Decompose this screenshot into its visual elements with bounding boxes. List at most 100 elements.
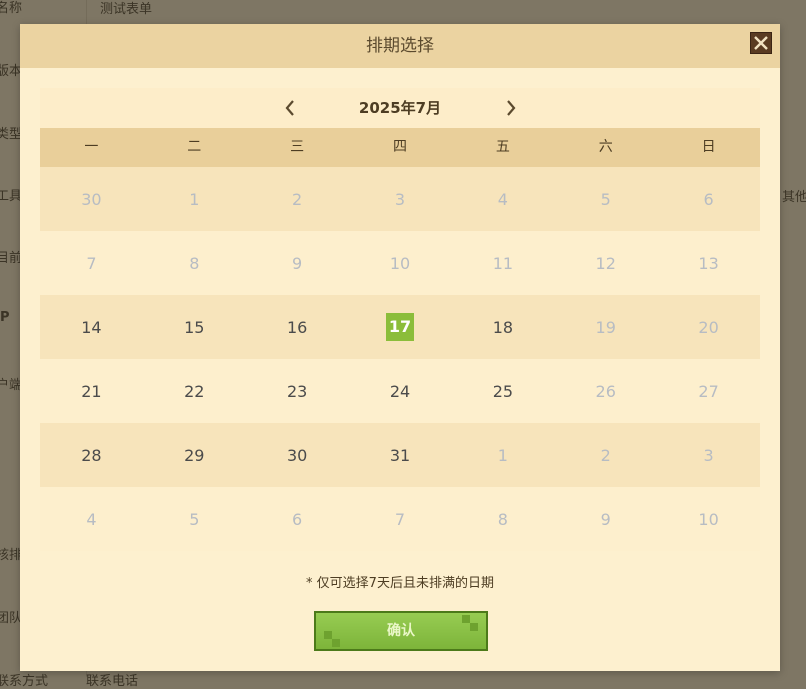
calendar-day: 20 bbox=[657, 295, 760, 359]
calendar-day[interactable]: 29 bbox=[143, 423, 246, 487]
schedule-modal: 排期选择 2025年7月 一 二 三 四 五 六 日 30 1 2 3 4 5 … bbox=[20, 24, 780, 671]
calendar-day-number: 3 bbox=[394, 189, 406, 209]
calendar-day: 9 bbox=[246, 231, 349, 295]
calendar-day: 4 bbox=[40, 487, 143, 551]
bg-label-client: 户端 bbox=[0, 378, 23, 393]
calendar-day: 1 bbox=[451, 423, 554, 487]
calendar-day: 2 bbox=[554, 423, 657, 487]
close-button[interactable] bbox=[750, 32, 772, 54]
calendar-day: 26 bbox=[554, 359, 657, 423]
calendar-day[interactable]: 18 bbox=[451, 295, 554, 359]
calendar-day-number: 4 bbox=[497, 189, 508, 209]
calendar-week-row: 7 8 9 10 11 12 13 bbox=[40, 231, 760, 295]
calendar-day[interactable]: 15 bbox=[143, 295, 246, 359]
calendar-week-row: 28 29 30 31 1 2 3 bbox=[40, 423, 760, 487]
calendar-day[interactable]: 28 bbox=[40, 423, 143, 487]
calendar-day-selected[interactable]: 17 bbox=[349, 295, 452, 359]
calendar-day: 19 bbox=[554, 295, 657, 359]
calendar-day[interactable]: 25 bbox=[451, 359, 554, 423]
calendar-day-number: 31 bbox=[389, 445, 411, 465]
calendar-day[interactable]: 14 bbox=[40, 295, 143, 359]
calendar-day-number: 26 bbox=[595, 381, 616, 401]
calendar-day-number: 14 bbox=[81, 317, 102, 337]
bg-label-team: 团队 bbox=[0, 611, 23, 626]
calendar-day-number: 9 bbox=[600, 509, 611, 529]
calendar-day: 8 bbox=[143, 231, 246, 295]
calendar-day-number: 5 bbox=[600, 189, 611, 209]
calendar-day-number: 30 bbox=[81, 189, 102, 209]
bg-label-type: 类型 bbox=[0, 127, 23, 142]
weekday-header: 一 二 三 四 五 六 日 bbox=[40, 128, 760, 167]
calendar-day[interactable]: 23 bbox=[246, 359, 349, 423]
calendar-day[interactable]: 22 bbox=[143, 359, 246, 423]
calendar-day: 6 bbox=[246, 487, 349, 551]
confirm-button[interactable]: 确认 bbox=[314, 611, 488, 651]
weekday-fri: 五 bbox=[495, 139, 510, 155]
calendar-day-number: 4 bbox=[86, 509, 97, 529]
calendar-day-number: 29 bbox=[184, 445, 205, 465]
bg-label-contact: 联系方式 bbox=[0, 674, 49, 689]
prev-month-button[interactable] bbox=[282, 98, 298, 118]
calendar-day-number: 10 bbox=[389, 253, 411, 273]
weekday-sat: 六 bbox=[598, 139, 613, 155]
calendar-day-number: 13 bbox=[698, 253, 719, 273]
bg-label-version: 版本 bbox=[0, 64, 23, 79]
calendar-day-number: 7 bbox=[394, 509, 406, 529]
calendar-week-row: 21 22 23 24 25 26 27 bbox=[40, 359, 760, 423]
calendar-day-number: 27 bbox=[698, 381, 719, 401]
weekday-tue: 二 bbox=[187, 139, 202, 155]
calendar-day-number: 6 bbox=[703, 189, 714, 209]
schedule-note: * 仅可选择7天后且未排满的日期 bbox=[306, 576, 494, 591]
calendar-day: 12 bbox=[554, 231, 657, 295]
calendar-day: 3 bbox=[349, 167, 452, 231]
bg-label-tool: 工具 bbox=[0, 189, 23, 204]
calendar-day-number: 9 bbox=[292, 253, 303, 273]
modal-header: 排期选择 bbox=[20, 24, 780, 68]
bg-value-contact: 联系电话 bbox=[86, 674, 139, 689]
calendar-day: 27 bbox=[657, 359, 760, 423]
calendar-day-number: 25 bbox=[492, 381, 514, 401]
bg-label-review: 核排 bbox=[0, 548, 23, 563]
bg-label-p: P bbox=[0, 310, 10, 325]
calendar-day[interactable]: 16 bbox=[246, 295, 349, 359]
calendar-day-number: 19 bbox=[595, 317, 616, 337]
calendar-day: 6 bbox=[657, 167, 760, 231]
calendar-day-number: 11 bbox=[492, 253, 514, 273]
calendar-day-number: 15 bbox=[184, 317, 205, 337]
pixel-decoration bbox=[324, 631, 332, 639]
calendar-day-number: 2 bbox=[600, 445, 611, 465]
calendar-day-number: 18 bbox=[492, 317, 514, 337]
calendar-day-number: 2 bbox=[292, 189, 303, 209]
calendar-day-number: 23 bbox=[286, 381, 308, 401]
confirm-label: 确认 bbox=[387, 623, 415, 639]
weekday-sun: 日 bbox=[701, 139, 716, 155]
calendar-day-number: 21 bbox=[81, 381, 102, 401]
calendar-day: 4 bbox=[451, 167, 554, 231]
next-month-button[interactable] bbox=[503, 98, 519, 118]
bg-value-tool: 其他 bbox=[782, 190, 806, 205]
calendar-day-number: 16 bbox=[286, 317, 308, 337]
pixel-decoration bbox=[462, 615, 470, 623]
calendar-day-number: 3 bbox=[703, 445, 714, 465]
calendar-day-number: 8 bbox=[497, 509, 508, 529]
weekday-mon: 一 bbox=[84, 139, 99, 155]
calendar-day[interactable]: 31 bbox=[349, 423, 452, 487]
calendar-day: 13 bbox=[657, 231, 760, 295]
calendar-week-row: 4 5 6 7 8 9 10 bbox=[40, 487, 760, 551]
calendar-day[interactable]: 30 bbox=[246, 423, 349, 487]
calendar-day-number: 6 bbox=[292, 509, 303, 529]
calendar-day-number: 5 bbox=[189, 509, 200, 529]
calendar-day[interactable]: 24 bbox=[349, 359, 452, 423]
calendar-day-number: 17 bbox=[386, 313, 414, 341]
calendar-day-number: 24 bbox=[389, 381, 411, 401]
calendar-day: 10 bbox=[349, 231, 452, 295]
calendar-day[interactable]: 21 bbox=[40, 359, 143, 423]
calendar-day: 30 bbox=[40, 167, 143, 231]
calendar-day-number: 10 bbox=[698, 509, 719, 529]
calendar-day: 10 bbox=[657, 487, 760, 551]
pixel-decoration bbox=[470, 623, 478, 631]
calendar-day-number: 28 bbox=[81, 445, 102, 465]
bg-value-name: 测试表单 bbox=[100, 2, 153, 17]
calendar-day-number: 30 bbox=[286, 445, 308, 465]
close-icon bbox=[751, 33, 771, 53]
